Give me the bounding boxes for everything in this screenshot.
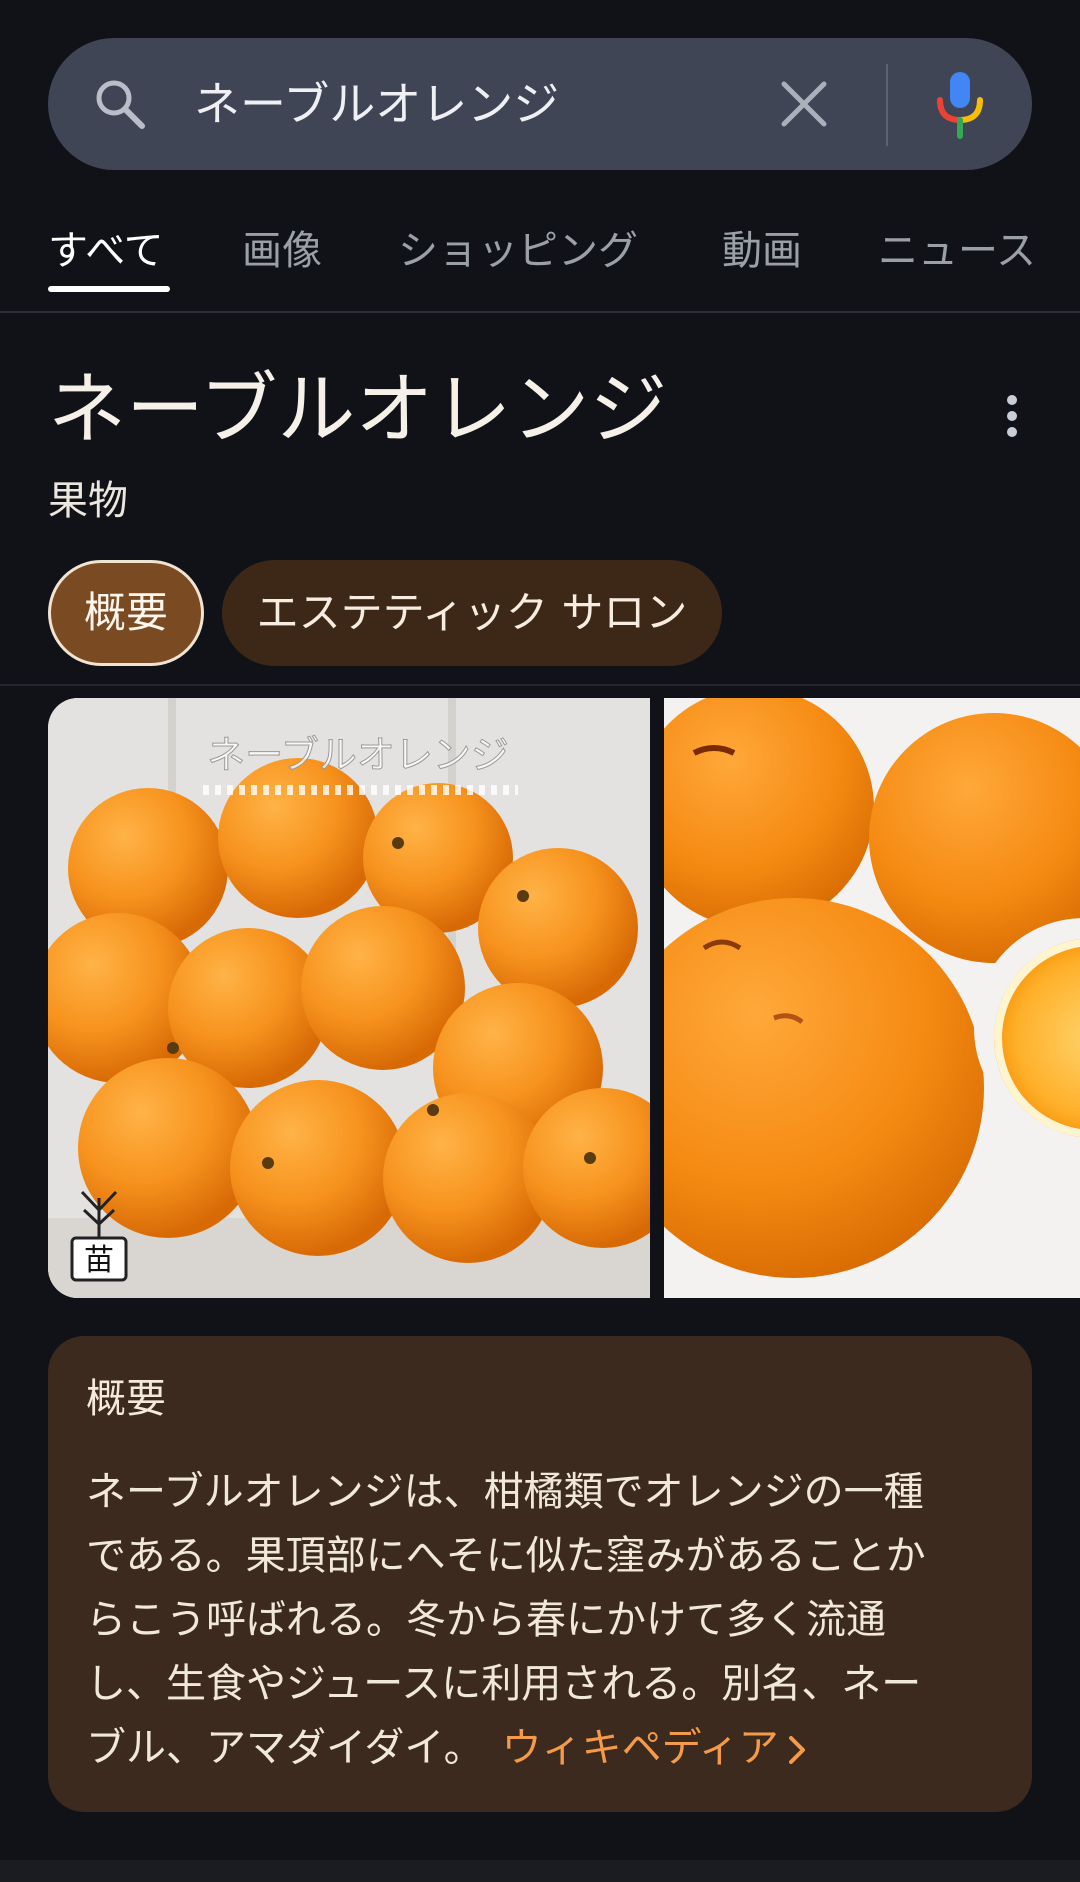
overview-line: である。果頂部にへそに似た窪みがあることか — [86, 1533, 926, 1579]
orange-image-2[interactable] — [664, 698, 1080, 1298]
tab-shopping[interactable]: ショッピング — [398, 224, 638, 278]
search-input[interactable]: ネーブルオレンジ — [194, 68, 559, 140]
search-bar-divider — [886, 64, 888, 146]
search-bar[interactable]: ネーブルオレンジ — [48, 38, 1032, 170]
tab-all[interactable]: すべて — [48, 224, 164, 278]
knowledge-panel-subtitle: 果物 — [48, 478, 128, 524]
overview-text: ネーブルオレンジは、柑橘類でオレンジの一種 である。果頂部にへそに似た窪みがある… — [86, 1460, 1016, 1780]
chips-divider — [0, 684, 1080, 686]
orange-image-1[interactable]: ネーブルオレンジ 苗 — [48, 698, 650, 1298]
overview-heading: 概要 — [86, 1376, 166, 1422]
mic-icon[interactable] — [932, 70, 988, 140]
overview-line: ネーブルオレンジは、柑橘類でオレンジの一種 — [86, 1469, 924, 1515]
knowledge-panel-title: ネーブルオレンジ — [48, 365, 668, 455]
image-badge: 苗 — [84, 1243, 114, 1278]
tab-videos[interactable]: 動画 — [722, 224, 802, 278]
tabs-divider — [0, 311, 1080, 313]
clear-icon[interactable] — [776, 76, 832, 132]
wikipedia-link-label[interactable]: ウィキペディア — [502, 1725, 779, 1771]
tab-news[interactable]: ニュース — [878, 224, 1036, 278]
overview-last-line-container: ブル、アマダイダイ。 ウィキペディア — [86, 1716, 1016, 1780]
wikipedia-link[interactable]: ウィキペディア — [502, 1725, 809, 1771]
chip-overview[interactable]: 概要 — [48, 560, 204, 666]
chip-esthetic-salon[interactable]: エステティック サロン — [222, 560, 722, 666]
tab-images[interactable]: 画像 — [242, 224, 322, 278]
active-tab-indicator — [48, 286, 170, 292]
search-icon[interactable] — [90, 74, 150, 134]
chevron-right-icon — [788, 1736, 805, 1764]
overview-line: ブル、アマダイダイ。 — [86, 1725, 484, 1771]
overview-line: らこう呼ばれる。冬から春にかけて多く流通 — [86, 1597, 886, 1643]
search-tabs: すべて 画像 ショッピング 動画 ニュース — [0, 210, 1080, 310]
overview-line: し、生食やジュースに利用される。別名、ネー — [86, 1661, 922, 1707]
more-vert-icon[interactable] — [996, 392, 1028, 440]
image-overlay-text: ネーブルオレンジ — [207, 733, 509, 777]
overview-card: 概要 ネーブルオレンジは、柑橘類でオレンジの一種 である。果頂部にへそに似た窪み… — [48, 1336, 1032, 1812]
bottom-strip — [0, 1860, 1080, 1882]
